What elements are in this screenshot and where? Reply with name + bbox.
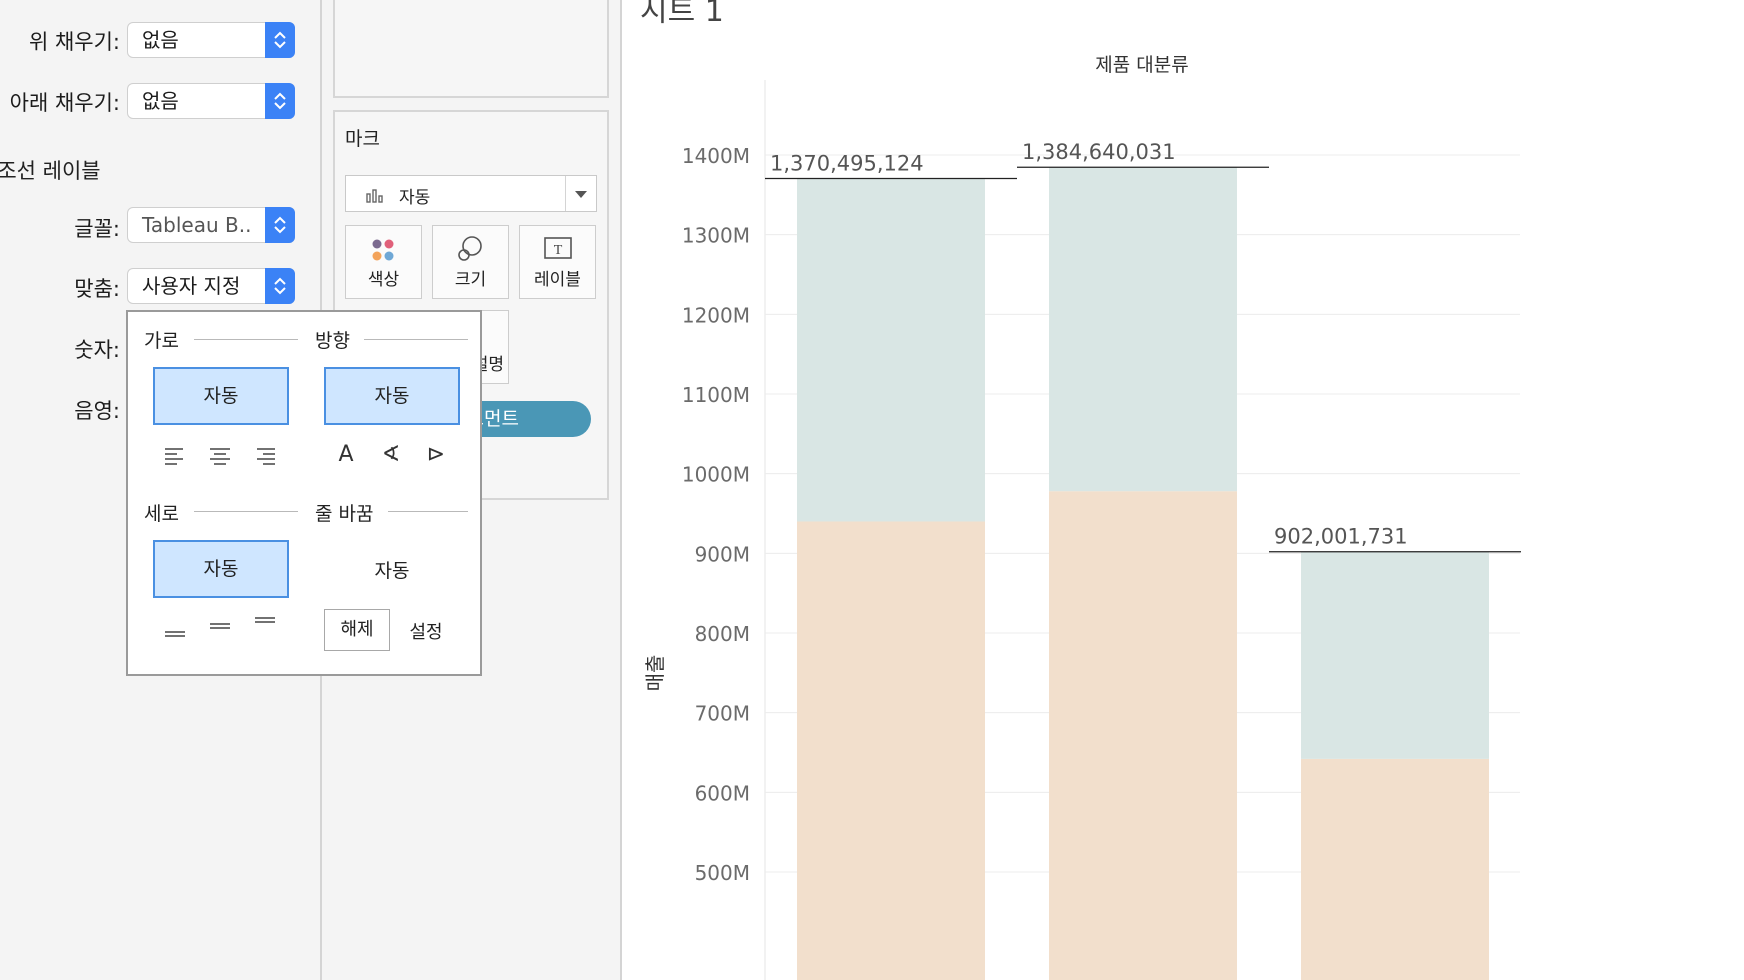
y-tick-label: 1000M [682, 463, 750, 487]
y-tick-label: 1400M [682, 144, 750, 168]
valign-bottom-icon[interactable] [164, 612, 186, 640]
valign-middle-icon[interactable] [209, 612, 231, 640]
align-left-icon[interactable] [164, 447, 186, 465]
top-fill-value: 없음 [142, 28, 179, 52]
y-tick-label: 600M [695, 781, 750, 805]
text-label-icon: T [544, 237, 572, 259]
section-divider [194, 511, 298, 512]
bar-segment [797, 521, 985, 980]
font-value: Tableau B.. [142, 213, 252, 237]
font-select[interactable]: Tableau B.. [127, 207, 295, 243]
size-button-label: 크기 [454, 270, 487, 290]
reference-label-section-title: 참조선 레이블 [0, 159, 101, 183]
y-tick-label: 1200M [682, 303, 750, 327]
y-tick-label: 900M [695, 542, 750, 566]
reference-line-label: 1,384,640,031 [1022, 140, 1176, 164]
wrap-auto-button[interactable]: 자동 [324, 556, 460, 583]
size-button[interactable]: 크기 [432, 225, 509, 299]
direction-section-title: 방향 [315, 330, 350, 352]
bar-segment [1301, 551, 1489, 759]
bar-chart: 500M 600M 700M 800M 900M 1000M 1100M 1200M 1300M… [643, 54, 1521, 980]
color-button[interactable]: 색상 [345, 225, 422, 299]
direction-horizontal-icon[interactable]: A [331, 442, 361, 467]
top-fill-label: 위 채우기: [28, 30, 120, 54]
y-axis-label: 매출 [643, 655, 667, 692]
color-button-label: 색상 [367, 270, 400, 290]
direction-up-icon[interactable]: ∢ [376, 442, 406, 467]
y-tick-label: 1100M [682, 383, 750, 407]
color-dots-icon [372, 239, 394, 261]
bar-chart-icon [366, 189, 383, 203]
reference-line-label: 902,001,731 [1274, 525, 1408, 549]
align-right-icon[interactable] [254, 447, 276, 465]
wrap-off-button[interactable]: 해제 [324, 609, 390, 651]
bottom-fill-select[interactable]: 없음 [127, 83, 295, 119]
bar-segment [797, 178, 985, 522]
bottom-fill-value: 없음 [142, 89, 179, 113]
y-tick-label: 500M [695, 861, 750, 885]
worksheet-view: 시트 1 500M 600M 700M 800M 900M 1000M 1100M 1200M… [622, 0, 1744, 980]
reference-line-label: 1,370,495,124 [770, 152, 924, 176]
section-divider [194, 339, 298, 340]
y-tick-label: 800M [695, 622, 750, 646]
stepper-icon [265, 268, 295, 304]
bottom-fill-label: 아래 채우기: [9, 91, 120, 115]
top-fill-select[interactable]: 없음 [127, 22, 295, 58]
chevron-down-icon [565, 176, 596, 211]
mark-type-dropdown[interactable]: 자동 [345, 175, 597, 212]
mark-type-value: 자동 [399, 188, 431, 208]
svg-text:T: T [554, 243, 563, 258]
section-divider [388, 511, 468, 512]
column-header: 제품 대분류 [1095, 54, 1188, 76]
alignment-label: 맞춤: [74, 277, 120, 301]
valign-top-icon[interactable] [254, 612, 276, 640]
y-tick-label: 1300M [682, 224, 750, 248]
align-center-icon[interactable] [209, 447, 231, 465]
shading-label: 음영: [74, 399, 120, 423]
section-divider [364, 339, 468, 340]
font-label: 글꼴: [74, 217, 120, 241]
direction-auto-button[interactable]: 자동 [324, 367, 460, 425]
bar-segment [1049, 167, 1237, 492]
wrap-section-title: 줄 바꿈 [315, 503, 374, 525]
filters-card [333, 0, 609, 98]
y-tick-label: 700M [695, 702, 750, 726]
horizontal-section-title: 가로 [144, 330, 179, 352]
stepper-icon [265, 83, 295, 119]
horizontal-auto-button[interactable]: 자동 [153, 367, 289, 425]
vertical-auto-button[interactable]: 자동 [153, 540, 289, 598]
bar-segment [1301, 758, 1489, 980]
number-label: 숫자: [74, 338, 120, 362]
stepper-icon [265, 22, 295, 58]
bar-segment [1049, 491, 1237, 980]
alignment-popover: 가로 방향 자동 자동 A ∢ ⊳ 세로 줄 바꿈 자동 자동 해제 설정 [126, 310, 482, 676]
size-circles-icon [458, 236, 482, 261]
stepper-icon [265, 207, 295, 243]
label-button-label: 레이블 [534, 270, 581, 290]
alignment-value: 사용자 지정 [142, 274, 241, 298]
marks-card-title: 마크 [345, 128, 380, 150]
vertical-section-title: 세로 [144, 503, 179, 525]
label-button[interactable]: T 레이블 [519, 225, 596, 299]
wrap-on-button[interactable]: 설정 [396, 618, 456, 644]
direction-down-icon[interactable]: ⊳ [421, 442, 451, 467]
alignment-select[interactable]: 사용자 지정 [127, 268, 295, 304]
